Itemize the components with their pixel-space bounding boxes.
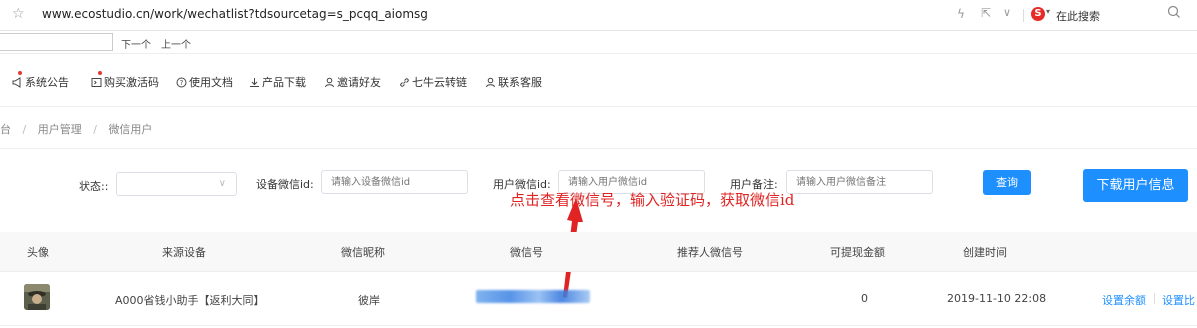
- breadcrumb-current: 微信用户: [108, 123, 153, 136]
- svg-text:?: ?: [180, 79, 184, 87]
- nav-item-announcement[interactable]: 系统公告: [12, 74, 69, 90]
- download-icon: [250, 77, 259, 87]
- nav-item-download[interactable]: 产品下载: [249, 74, 306, 90]
- chevron-down-icon[interactable]: ∨: [1003, 6, 1011, 19]
- bookmark-star-icon[interactable]: ☆: [12, 6, 25, 22]
- nickname-cell: 彼岸: [358, 294, 380, 307]
- query-button[interactable]: 查询: [983, 170, 1031, 195]
- toolbar-divider: [1023, 9, 1024, 22]
- download-user-info-button[interactable]: 下载用户信息: [1083, 169, 1188, 202]
- notification-dot: [98, 71, 102, 75]
- wechat-id-cell-blurred[interactable]: [476, 290, 590, 303]
- status-select[interactable]: ∨: [116, 172, 237, 196]
- breadcrumb: 台 / 用户管理 / 微信用户: [0, 121, 152, 137]
- balance-cell: 0: [861, 292, 868, 305]
- find-prev-button[interactable]: 上一个: [161, 36, 191, 51]
- browser-search-input[interactable]: 在此搜索: [1056, 8, 1100, 24]
- user-icon: [325, 77, 334, 87]
- row-divider: [0, 325, 1197, 326]
- source-device-cell: A000省钱小助手【返利大同】: [115, 294, 265, 307]
- avatar: [24, 284, 50, 310]
- find-input[interactable]: [0, 33, 113, 51]
- sogou-logo-icon[interactable]: S: [1031, 7, 1045, 21]
- nav-item-label: 使用文档: [189, 76, 233, 89]
- notification-dot: [18, 71, 22, 75]
- created-time-cell: 2019-11-10 22:08: [947, 292, 1047, 305]
- device-wechat-id-label: 设备微信id:: [256, 178, 314, 191]
- status-label: 状态::: [79, 180, 109, 193]
- lightning-icon[interactable]: ϟ: [957, 7, 965, 21]
- column-header: 来源设备: [162, 246, 206, 259]
- set-balance-link[interactable]: 设置余额: [1102, 292, 1146, 308]
- url-text[interactable]: www.ecostudio.cn/work/wechatlist?tdsourc…: [42, 7, 428, 21]
- nav-item-invite[interactable]: 邀请好友: [324, 74, 381, 90]
- divider: [0, 148, 1197, 149]
- nav-item-label: 系统公告: [25, 76, 69, 89]
- column-header: 微信昵称: [341, 246, 385, 259]
- column-header: 微信号: [510, 246, 543, 259]
- nav-item-label: 产品下载: [262, 76, 306, 89]
- nav-item-label: 邀请好友: [337, 76, 381, 89]
- action-divider: [1154, 293, 1155, 304]
- nav-item-label: 购买激活码: [104, 76, 159, 89]
- user-remark-input[interactable]: [786, 170, 933, 194]
- nav-item-buy-code[interactable]: 购买激活码: [91, 74, 159, 90]
- column-header: 推荐人微信号: [677, 246, 743, 259]
- column-header: 可提现金额: [830, 246, 885, 259]
- nav-item-label: 七牛云转链: [412, 76, 467, 89]
- nav-item-support[interactable]: 联系客服: [485, 74, 542, 90]
- set-ratio-link[interactable]: 设置比: [1162, 292, 1195, 308]
- code-icon: [91, 77, 102, 87]
- breadcrumb-item[interactable]: 用户管理: [38, 123, 82, 136]
- help-circle-icon: ?: [176, 77, 187, 87]
- device-wechat-id-input[interactable]: [321, 170, 468, 194]
- nav-item-docs[interactable]: ? 使用文档: [176, 74, 233, 90]
- breadcrumb-separator: /: [22, 123, 27, 136]
- link-icon: [400, 77, 409, 87]
- share-icon[interactable]: ⇱: [981, 6, 991, 20]
- nav-item-qiniu[interactable]: 七牛云转链: [399, 74, 467, 90]
- chevron-down-icon: ∨: [218, 178, 226, 189]
- breadcrumb-separator: /: [93, 123, 97, 136]
- column-header: 头像: [27, 246, 49, 259]
- nav-item-label: 联系客服: [498, 76, 542, 89]
- megaphone-icon: [12, 76, 21, 88]
- find-next-button[interactable]: 下一个: [121, 36, 151, 51]
- user-icon: [486, 77, 495, 87]
- breadcrumb-item[interactable]: 台: [0, 123, 11, 136]
- column-header: 创建时间: [963, 246, 1007, 259]
- search-icon[interactable]: [1166, 4, 1182, 20]
- caret-down-icon[interactable]: ▾: [1046, 7, 1050, 16]
